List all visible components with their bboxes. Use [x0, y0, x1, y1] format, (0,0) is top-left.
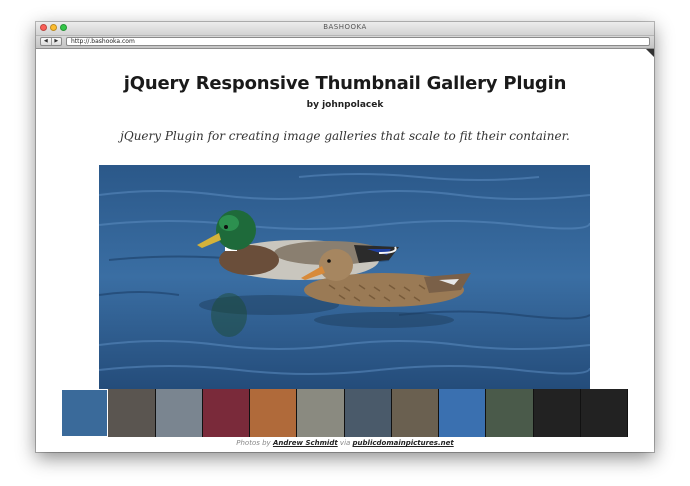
browser-toolbar: ◀ ▶ http://.bashooka.com	[36, 36, 654, 49]
photo-credit: Photos by Andrew Schmidt via publicdomai…	[36, 439, 654, 447]
browser-window: BASHOOKA ◀ ▶ http://.bashooka.com jQuery…	[36, 22, 654, 452]
title-bar: BASHOOKA	[36, 22, 654, 36]
thumbnail-empty-slot-1	[533, 389, 581, 437]
thumbnail-ducks[interactable]	[61, 389, 109, 437]
thumbnail-ferris-wheel[interactable]	[155, 389, 203, 437]
address-bar[interactable]: http://.bashooka.com	[66, 37, 650, 46]
nav-buttons: ◀ ▶	[40, 37, 62, 46]
thumbnail-sunset[interactable]	[250, 389, 298, 437]
corner-ribbon[interactable]	[646, 49, 654, 57]
page-title: jQuery Responsive Thumbnail Gallery Plug…	[123, 73, 567, 94]
page-content: jQuery Responsive Thumbnail Gallery Plug…	[36, 49, 654, 452]
source-link[interactable]: publicdomainpictures.net	[353, 439, 454, 447]
gallery-main-image[interactable]	[99, 165, 590, 389]
thumbnail-strip	[61, 389, 628, 437]
page-subtitle: jQuery Plugin for creating image galleri…	[120, 129, 570, 143]
thumbnail-stone-wall[interactable]	[108, 389, 156, 437]
thumbnail-owl[interactable]	[391, 389, 439, 437]
author-byline: by johnpolacek	[306, 100, 384, 110]
author-link[interactable]: Andrew Schmidt	[273, 439, 338, 447]
back-button[interactable]: ◀	[41, 38, 52, 45]
window-title: BASHOOKA	[323, 23, 367, 31]
forward-button[interactable]: ▶	[52, 38, 62, 45]
thumbnail-flowers[interactable]	[202, 389, 250, 437]
thumbnail-empty-slot-2	[580, 389, 628, 437]
thumbnail-tree-sky[interactable]	[439, 389, 487, 437]
thumbnail-seagull[interactable]	[297, 389, 345, 437]
credit-prefix: Photos by	[236, 439, 271, 447]
thumbnail-mountain-lake[interactable]	[344, 389, 392, 437]
credit-via: via	[339, 439, 351, 447]
ducks-photo	[99, 165, 590, 389]
thumbnail-bird-flight[interactable]	[486, 389, 534, 437]
